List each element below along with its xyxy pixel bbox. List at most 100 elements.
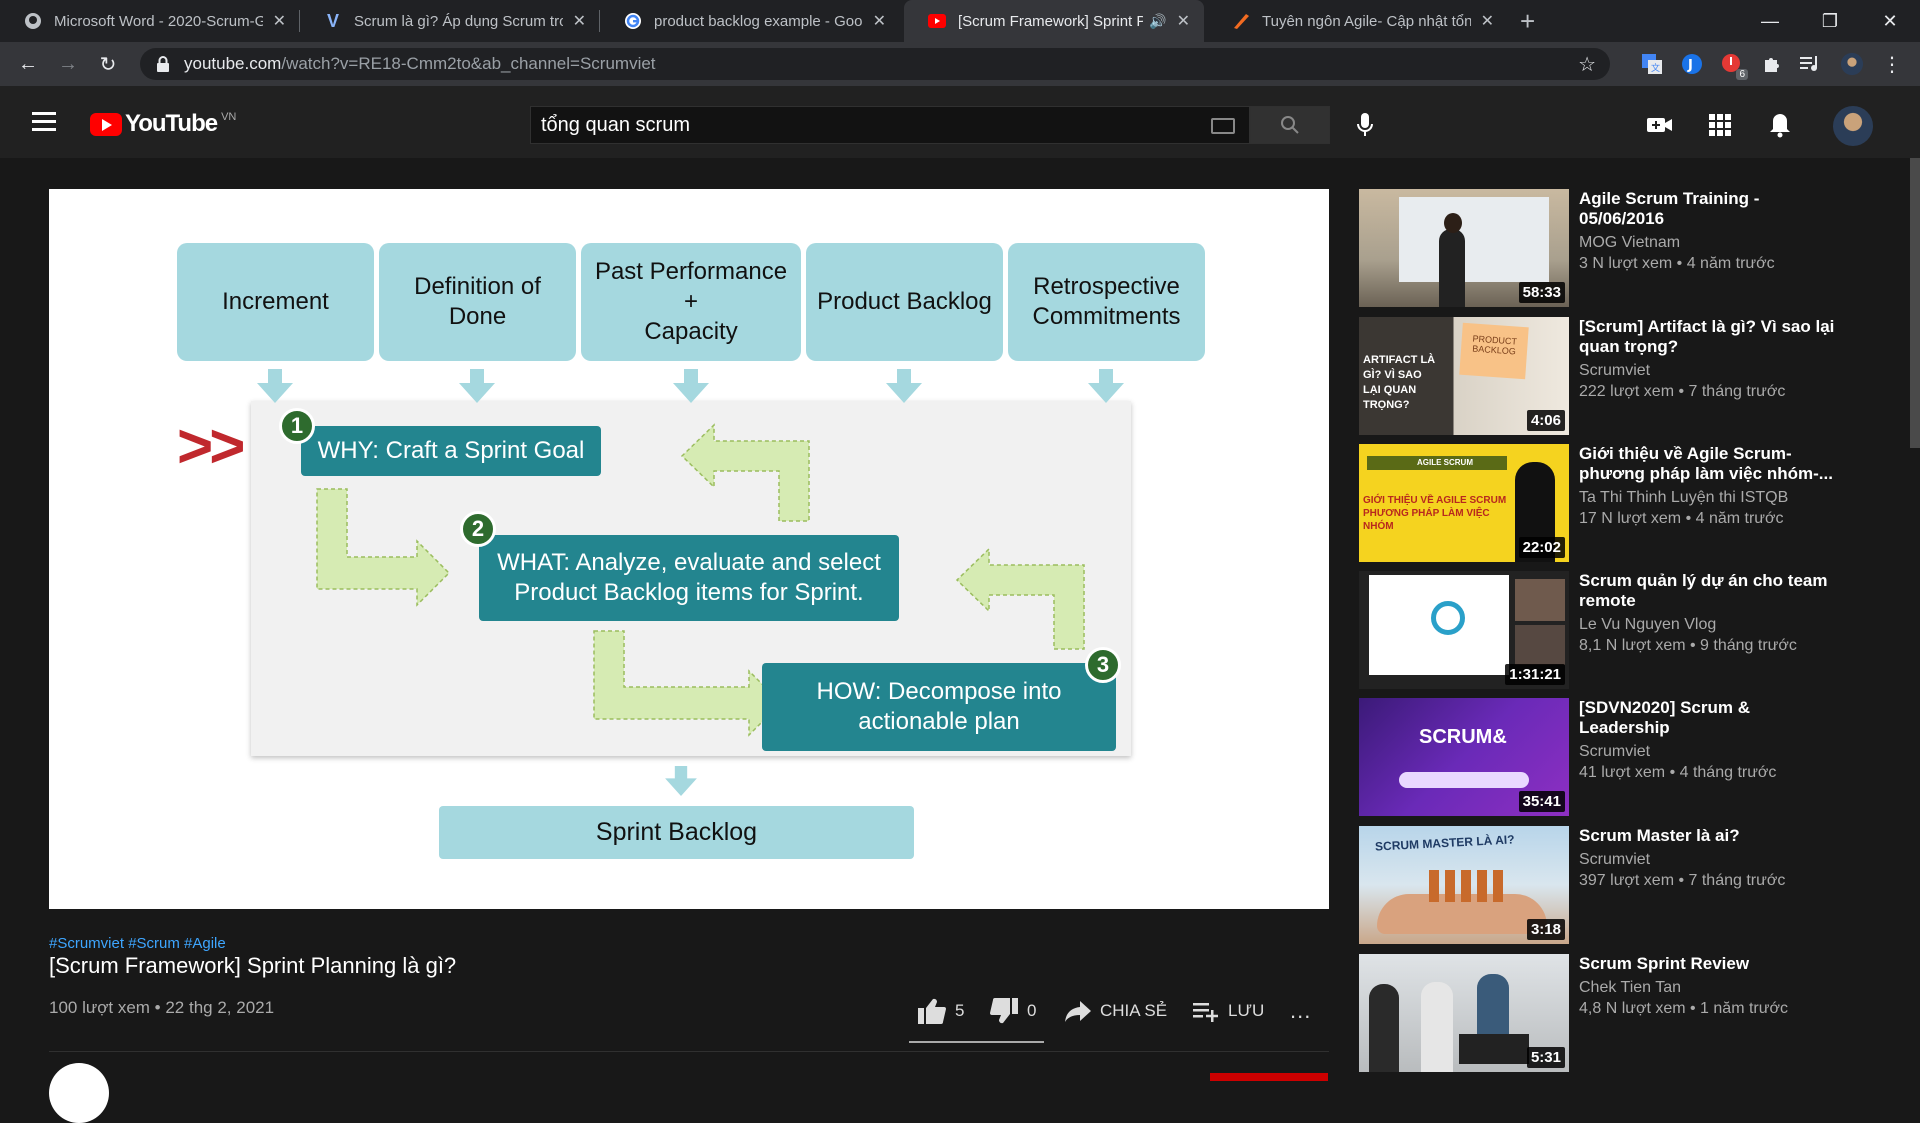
save-button[interactable]: LƯU [1192,996,1264,1026]
more-actions-button[interactable]: ... [1290,996,1311,1026]
thumb-caption: SCRUM& [1419,726,1507,748]
like-button[interactable]: 5 [917,996,964,1026]
video-stats: 17 N lượt xem • 4 năm trước [1579,510,1784,527]
step-how-box: HOW: Decompose into actionable plan [762,663,1116,751]
browser-tab-youtube-active[interactable]: [Scrum Framework] Sprint Pl 🔊 ✕ [904,0,1204,42]
tab-title: product backlog example - Goog [654,12,863,30]
media-control-icon[interactable] [1798,52,1822,76]
browser-tab-google-search[interactable]: product backlog example - Goog ✕ [600,0,900,42]
recommendation-item[interactable]: 58:33 Agile Scrum Training - 05/06/2016 … [1359,189,1919,307]
restore-button[interactable]: ❐ [1800,0,1860,42]
translate-extension-icon[interactable]: 文 [1640,52,1664,76]
video-thumbnail[interactable]: PRODUCT BACKLOG ARTIFACT LÀ GÌ? VÌ SAO L… [1359,317,1569,435]
channel-name[interactable]: Le Vu Nguyen Vlog [1579,616,1844,634]
video-view-date: 100 lượt xem • 22 thg 2, 2021 [49,998,275,1017]
channel-name[interactable]: Scrumviet [1579,851,1844,869]
recommendation-item[interactable]: SCRUM& 35:41 [SDVN2020] Scrum & Leadersh… [1359,698,1919,816]
close-icon[interactable]: ✕ [273,11,286,31]
j-extension-icon[interactable]: J [1680,52,1704,76]
video-stats: 397 lượt xem • 7 tháng trước [1579,872,1786,889]
github-icon [24,12,42,30]
voice-search-button[interactable] [1350,108,1380,142]
video-title: [Scrum Framework] Sprint Planning là gì? [49,953,457,978]
browser-menu-icon[interactable]: ⋮ [1880,52,1904,76]
recommendation-item[interactable]: 5:31 Scrum Sprint Review Chek Tien Tan 4… [1359,954,1919,1072]
extension-badge: 6 [1736,69,1748,80]
speaker-badge-graphic [1399,772,1529,788]
thumb-caption: SCRUM MASTER LÀ AI? [1374,832,1515,854]
notifications-button[interactable] [1765,110,1795,140]
close-icon[interactable]: ✕ [1177,11,1190,31]
channel-name[interactable]: Chek Tien Tan [1579,979,1844,997]
keyboard-icon[interactable] [1211,118,1235,134]
create-video-button[interactable] [1645,110,1675,140]
close-icon[interactable]: ✕ [873,11,886,31]
video-thumbnail[interactable]: SCRUM& 35:41 [1359,698,1569,816]
browser-tab-agile-manifesto[interactable]: Tuyên ngôn Agile- Cập nhật tổng ✕ [1208,0,1508,42]
minimize-button[interactable]: — [1740,0,1800,42]
video-thumbnail[interactable]: AGILE SCRUM GIỚI THIỆU VỀ AGILE SCRUM PH… [1359,444,1569,562]
channel-name[interactable]: Scrumviet [1579,743,1844,761]
recommendation-item[interactable]: SCRUM MASTER LÀ AI? 3:18 Scrum Master là… [1359,826,1919,944]
person-graphic [1369,984,1399,1072]
video-duration: 22:02 [1518,537,1565,558]
laptop-graphic [1459,1034,1529,1064]
apps-button[interactable] [1705,110,1735,140]
address-bar[interactable]: youtube.com/watch?v=RE18-Cmm2to&ab_chann… [140,48,1610,80]
video-title[interactable]: Scrum Sprint Review [1579,954,1844,974]
video-thumbnail[interactable]: 5:31 [1359,954,1569,1072]
video-thumbnail[interactable]: SCRUM MASTER LÀ AI? 3:18 [1359,826,1569,944]
forward-button[interactable]: → [54,50,82,78]
video-thumbnail[interactable]: 1:31:21 [1359,571,1569,689]
video-title[interactable]: Giới thiệu về Agile Scrum- phương pháp l… [1579,444,1844,484]
recommendation-item[interactable]: 1:31:21 Scrum quản lý dự án cho team rem… [1359,571,1919,689]
channel-name[interactable]: Scrumviet [1579,362,1844,380]
dislike-button[interactable]: 0 [989,996,1036,1026]
bookmark-star-icon[interactable]: ☆ [1578,52,1596,77]
apps-grid-icon [1709,114,1731,136]
video-title[interactable]: [SDVN2020] Scrum & Leadership [1579,698,1844,738]
new-tab-button[interactable]: + [1520,6,1535,37]
share-arrow-icon [1065,1001,1091,1022]
video-hashtags[interactable]: #Scrumviet #Scrum #Agile [49,935,226,952]
close-icon[interactable]: ✕ [573,11,586,31]
browser-tab-scrum-article[interactable]: V Scrum là gì? Áp dụng Scrum tron ✕ [300,0,600,42]
recommendation-item[interactable]: AGILE SCRUM GIỚI THIỆU VỀ AGILE SCRUM PH… [1359,444,1919,562]
search-button[interactable] [1250,106,1330,144]
like-ratio-bar [909,1041,1044,1043]
lock-icon [157,56,169,72]
pointer-chevrons: >> [177,412,245,481]
presenter-head-graphic [1444,213,1462,233]
profile-avatar-icon[interactable] [1840,52,1864,76]
video-stats: 3 N lượt xem • 4 năm trước [1579,255,1775,272]
video-thumbnail[interactable]: 58:33 [1359,189,1569,307]
reload-button[interactable]: ↻ [94,50,122,78]
step-why-box: WHY: Craft a Sprint Goal [301,426,601,476]
browser-tab-word-doc[interactable]: Microsoft Word - 2020-Scrum-Gu ✕ [0,0,300,42]
share-button[interactable]: CHIA SẺ [1064,996,1167,1026]
adblock-extension-icon[interactable]: 6 [1720,52,1748,80]
youtube-logo[interactable]: YouTube VN [90,110,236,138]
video-title[interactable]: Scrum quản lý dự án cho team remote [1579,571,1844,611]
video-player[interactable]: Increment Definition of Done Past Perfor… [49,189,1329,909]
url-host: youtube.com [184,54,282,73]
back-button[interactable]: ← [14,50,42,78]
channel-name[interactable]: MOG Vietnam [1579,234,1844,252]
recommendation-item[interactable]: PRODUCT BACKLOG ARTIFACT LÀ GÌ? VÌ SAO L… [1359,317,1919,435]
channel-avatar[interactable] [49,1063,109,1123]
page-scrollbar[interactable] [1910,158,1920,448]
video-info: Giới thiệu về Agile Scrum- phương pháp l… [1579,444,1844,528]
channel-name[interactable]: Ta Thi Thinh Luyện thi ISTQB [1579,489,1844,507]
close-window-button[interactable]: ✕ [1860,0,1920,42]
browser-toolbar: ← → ↻ youtube.com/watch?v=RE18-Cmm2to&ab… [0,42,1920,86]
search-input[interactable]: tổng quan scrum [530,106,1250,144]
video-title[interactable]: Agile Scrum Training - 05/06/2016 [1579,189,1844,229]
video-camera-icon [1647,118,1672,132]
speaker-icon[interactable]: 🔊 [1149,13,1166,30]
close-icon[interactable]: ✕ [1481,11,1494,31]
menu-icon[interactable] [32,112,56,132]
video-title[interactable]: [Scrum] Artifact là gì? Vì sao lại quan … [1579,317,1844,357]
account-avatar[interactable] [1833,106,1873,146]
puzzle-extensions-icon[interactable] [1760,52,1784,76]
video-title[interactable]: Scrum Master là ai? [1579,826,1844,846]
